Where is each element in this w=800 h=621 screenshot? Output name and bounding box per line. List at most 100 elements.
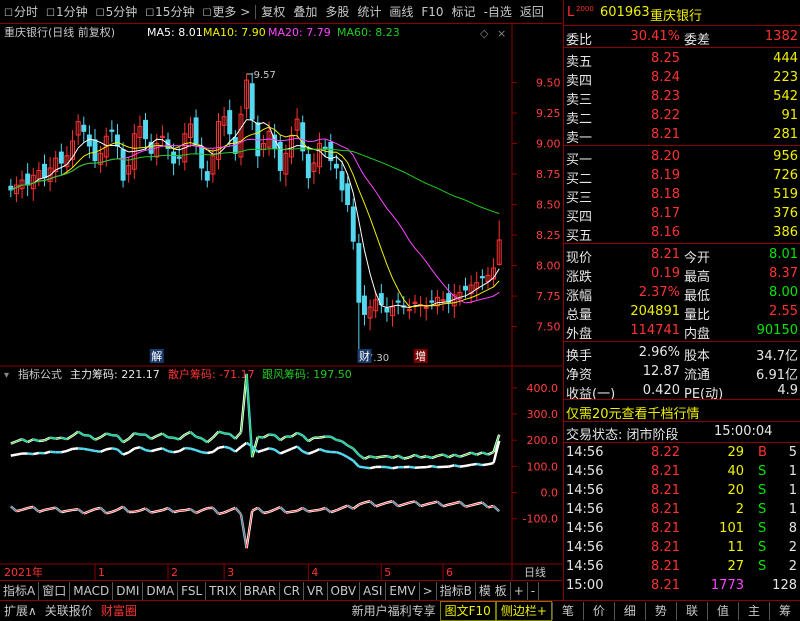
quote-panel: L2000601963重庆银行委比30.41%委差1382卖五8.25444卖四… — [563, 0, 800, 600]
toolbar-item-13[interactable]: 返回 — [516, 3, 548, 20]
indicator-tab-1[interactable]: 窗口 — [39, 582, 70, 600]
sidebar-toggle-button[interactable]: 侧边栏+ — [496, 601, 552, 621]
indicator-tab-2[interactable]: MACD — [70, 582, 113, 600]
indicator-tab-13[interactable]: > — [420, 582, 437, 600]
status-right-0[interactable]: 笔 — [552, 602, 583, 620]
follow-chip-line — [320, 449, 326, 451]
indicator-tab-12[interactable]: EMV — [386, 582, 419, 600]
toolbar-item-12[interactable]: -自选 — [480, 3, 516, 20]
indicator-tab-8[interactable]: CR — [280, 582, 304, 600]
indicator-tab-16[interactable]: + — [511, 582, 528, 600]
status-right-7[interactable]: 筹 — [769, 602, 800, 620]
follow-chip-line — [466, 465, 472, 466]
indicator-tab-7[interactable]: BRAR — [241, 582, 281, 600]
candle-body — [250, 84, 254, 119]
buy-price: 8.16 — [600, 225, 680, 240]
follow-chip-line — [73, 448, 79, 449]
follow-chip-line — [364, 467, 370, 468]
new-user-promo[interactable]: 新用户福利专享 — [348, 602, 440, 620]
chart-title: 重庆银行(日线 前复权) — [4, 25, 115, 39]
weibi-label: 委比 — [566, 29, 592, 48]
follow-chip-line — [275, 450, 281, 454]
candle-body — [200, 147, 204, 168]
indicator-tab-5[interactable]: FSL — [178, 582, 206, 600]
indicator-tab-15[interactable]: 模 板 — [476, 582, 511, 600]
indicator-tab-0[interactable]: 指标A — [0, 582, 39, 600]
follow-chip-line — [11, 455, 17, 456]
toolbar-item-1[interactable]: 1分钟 — [42, 3, 92, 20]
follow-chip-line — [134, 447, 140, 448]
follow-chip-line — [140, 447, 146, 450]
toolbar-item-0[interactable]: 分时 — [0, 3, 42, 20]
status-left-0[interactable]: 扩展∧ — [0, 602, 41, 620]
status-left-2[interactable]: 财富圈 — [97, 602, 141, 620]
kline-chart-svg[interactable]: 重庆银行(日线 前复权)MA5: 8.01MA10: 7.90MA20: 7.7… — [0, 24, 562, 580]
tick-side: S — [758, 559, 766, 574]
indicator-tab-4[interactable]: DMA — [143, 582, 178, 600]
tick-count: 1 — [769, 483, 797, 498]
indicator-tab-6[interactable]: TRIX — [206, 582, 240, 600]
price-tick-label: 9.50 — [536, 77, 561, 90]
status-right-5[interactable]: 值 — [707, 602, 738, 620]
follow-chip-line — [196, 450, 202, 452]
quote-row: L2000601963重庆银行 — [564, 4, 800, 23]
stat-label: 涨幅 — [566, 285, 592, 304]
quote-row: 买二8.19726 — [564, 167, 800, 186]
indicator-tab-10[interactable]: OBV — [328, 582, 361, 600]
quote-row: 卖五8.25444 — [564, 50, 800, 69]
toolbar-item-8[interactable]: 统计 — [353, 3, 385, 20]
follow-chip-line — [89, 450, 95, 451]
indicator-tab-14[interactable]: 指标B — [437, 582, 476, 600]
indicator-tab-11[interactable]: ASI — [360, 582, 386, 600]
toolbar-item-3[interactable]: 15分钟 — [141, 3, 198, 20]
sell-price: 8.24 — [600, 70, 680, 85]
buy-level-label: 买一 — [566, 149, 592, 168]
status-right-2[interactable]: 细 — [614, 602, 645, 620]
indicator-tab-3[interactable]: DMI — [113, 582, 143, 600]
indicator-tab-17[interactable]: - — [528, 582, 539, 600]
follow-chip-line — [207, 452, 213, 453]
candle-body — [334, 164, 338, 168]
tick-count: 128 — [769, 578, 797, 593]
quote-row: 涨跌0.19最高8.37 — [564, 265, 800, 284]
chart-toolbar: 分时1分钟5分钟15分钟更多 >复权叠加多股统计画线F10标记-自选返回 — [0, 0, 562, 24]
status-right-4[interactable]: 联 — [676, 602, 707, 620]
sell-level-label: 卖五 — [566, 51, 592, 70]
candle-body — [256, 123, 260, 156]
status-right-6[interactable]: 主 — [738, 602, 769, 620]
price-tick-label: 8.25 — [536, 229, 561, 242]
sell-volume: 281 — [714, 127, 798, 142]
quote-row: 外盘114741内盘90150 — [564, 322, 800, 341]
tick-volume: 1773 — [684, 578, 744, 593]
quote-row: 现价8.21今开8.01 — [564, 246, 800, 265]
price-tick-label: 9.00 — [536, 138, 561, 151]
stat-value: 8.00 — [714, 285, 798, 300]
tick-side: S — [758, 540, 766, 555]
toolbar-item-4[interactable]: 更多 > — [198, 3, 254, 20]
axis-year: 2021年 — [4, 565, 43, 579]
stat-value: 8.21 — [600, 247, 680, 262]
toolbar-item-6[interactable]: 叠加 — [289, 3, 321, 20]
toolbar-item-9[interactable]: 画线 — [385, 3, 417, 20]
sell-volume: 223 — [714, 70, 798, 85]
indicator-tab-9[interactable]: VR — [304, 582, 328, 600]
toolbar-item-5[interactable]: 复权 — [257, 3, 289, 20]
toolbar-item-7[interactable]: 多股 — [321, 3, 353, 20]
status-left-1[interactable]: 关联报价 — [41, 602, 97, 620]
status-right-3[interactable]: 势 — [645, 602, 676, 620]
event-zeng: 增 — [415, 349, 426, 363]
toolbar-item-2[interactable]: 5分钟 — [92, 3, 142, 20]
tick-time: 14:56 — [566, 559, 603, 574]
tick-count: 1 — [769, 502, 797, 517]
toolbar-item-10[interactable]: F10 — [417, 5, 447, 19]
status-right-1[interactable]: 价 — [583, 602, 614, 620]
f10-graphic-button[interactable]: 图文F10 — [440, 601, 496, 621]
upgrade-promo-link[interactable]: 仅需20元查看千档行情 — [566, 403, 700, 422]
ind-tick-label: 100.0 — [527, 460, 559, 473]
ma60-line — [11, 149, 499, 214]
follow-chip-line — [33, 453, 39, 454]
toolbar-item-11[interactable]: 标记 — [448, 3, 480, 20]
ma5-line — [11, 120, 499, 308]
follow-chip-line — [449, 465, 455, 466]
stat-label: 最低 — [684, 285, 710, 304]
